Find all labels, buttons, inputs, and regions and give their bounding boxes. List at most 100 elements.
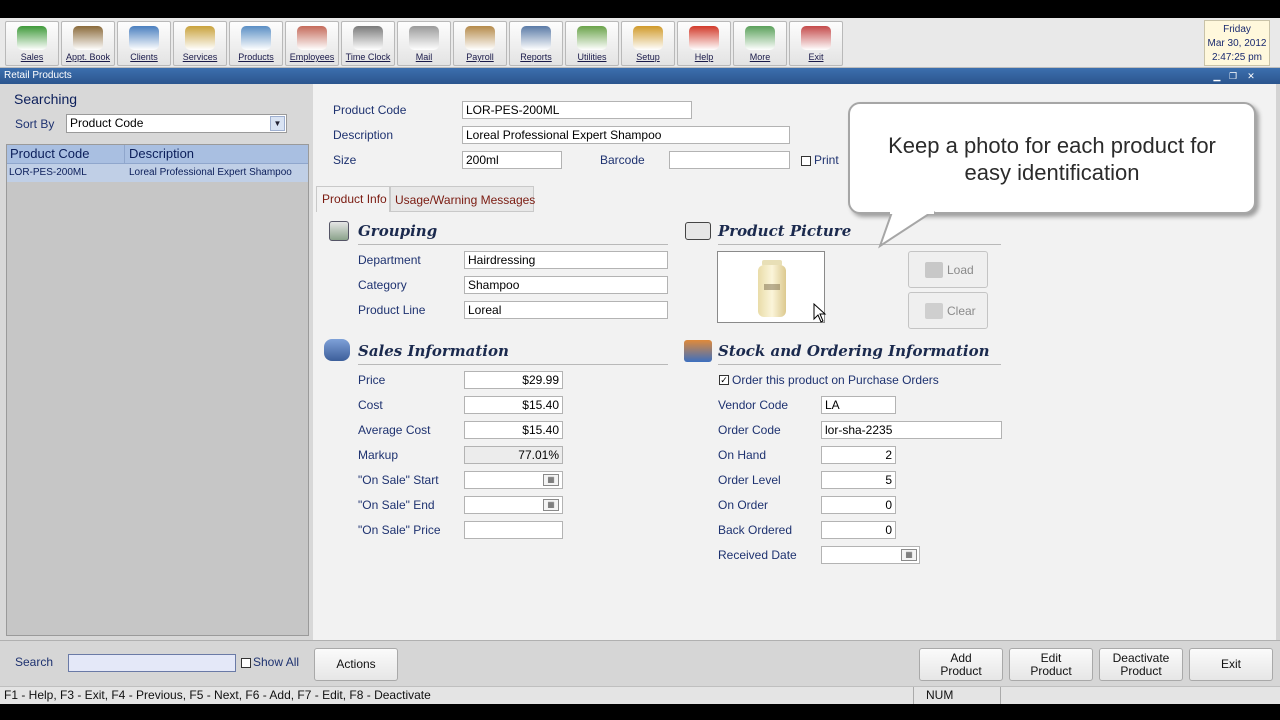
on-sale-price-label: "On Sale" Price [358,523,441,537]
column-header-description[interactable]: Description [129,145,194,163]
toolbar-button-more[interactable]: More [733,21,787,66]
deactivate-product-label-line1: Deactivate [1112,650,1170,665]
on-sale-end-label: "On Sale" End [358,498,435,512]
status-bar: F1 - Help, F3 - Exit, F4 - Previous, F5 … [0,686,1280,704]
search-input[interactable] [68,654,236,672]
add-product-button[interactable]: Add Product [919,648,1003,681]
barcode-label: Barcode [600,153,645,167]
calendar-icon[interactable]: ▦ [543,474,559,486]
deactivate-product-button[interactable]: Deactivate Product [1099,648,1183,681]
clock-time: 2:47:25 pm [1211,52,1263,63]
column-header-product-code[interactable]: Product Code [10,145,90,163]
close-icon[interactable]: ✕ [1244,70,1258,82]
cost-label: Cost [358,398,383,412]
barcode-field[interactable] [669,151,790,169]
toolbar-button-label: Mail [415,52,433,62]
tab-usage-warning[interactable]: Usage/Warning Messages [390,186,535,212]
product-code-field[interactable]: LOR-PES-200ML [462,101,692,119]
toolbar-button-label: Help [694,52,714,62]
toolbar-button-utilities[interactable]: Utilities [565,21,619,66]
chevron-down-icon[interactable]: ▼ [270,116,285,131]
main-toolbar: Sales Appt. Book Clients Services Products Em… [0,18,1280,68]
callout-text: Keep a photo for each product for easy i… [888,133,1216,185]
on-sale-price-field[interactable] [464,521,563,539]
toolbar-button-mail[interactable]: Mail [397,21,451,66]
status-divider [913,687,914,704]
toolbar-button-products[interactable]: Products [229,21,283,66]
cost-field[interactable]: $15.40 [464,396,563,414]
mail-icon [409,26,439,50]
num-lock-indicator: NUM [926,688,954,702]
actions-button[interactable]: Actions [314,648,398,681]
product-code-label: Product Code [333,103,407,117]
tab-product-info[interactable]: Product Info [316,186,390,212]
exit-button[interactable]: Exit [1189,648,1273,681]
print-checkbox[interactable] [801,156,811,166]
sort-by-label: Sort By [15,117,55,131]
product-line-field[interactable]: Loreal [464,301,668,319]
toolbar-button-sales[interactable]: Sales [5,21,59,66]
services-icon [185,26,215,50]
right-border [1276,84,1280,640]
toolbar-button-employees[interactable]: Employees [285,21,339,66]
toolbar-button-label: Employees [289,52,335,62]
markup-label: Markup [358,448,399,462]
load-picture-button[interactable]: Load [908,251,988,288]
toolbar-button-reports[interactable]: Reports [509,21,563,66]
divider [358,364,668,365]
size-label: Size [333,153,357,167]
show-all-checkbox[interactable] [241,658,251,668]
back-ordered-field[interactable]: 0 [821,521,896,539]
order-on-po-label: Order this product on Purchase Orders [732,373,939,387]
toolbar-button-label: Setup [636,52,660,62]
minimize-icon[interactable]: ▁ [1210,70,1224,82]
sort-by-value: Product Code [70,116,144,130]
window-title: Retail Products [4,70,72,81]
order-code-field[interactable]: lor-sha-2235 [821,421,1002,439]
category-field[interactable]: Shampoo [464,276,668,294]
toolbar-button-time-clock[interactable]: Time Clock [341,21,395,66]
order-level-field[interactable]: 5 [821,471,896,489]
product-photo[interactable] [717,251,825,323]
grouping-title: Grouping [358,222,438,240]
reports-icon [521,26,551,50]
calendar-icon[interactable]: ▦ [543,499,559,511]
toolbar-button-clients[interactable]: Clients [117,21,171,66]
toolbar-button-exit[interactable]: Exit [789,21,843,66]
appointment-book-icon [73,26,103,50]
table-row[interactable]: LOR-PES-200ML Loreal Professional Expert… [7,164,308,182]
price-field[interactable]: $29.99 [464,371,563,389]
calendar-icon[interactable]: ▦ [901,549,917,561]
size-field[interactable]: 200ml [462,151,562,169]
back-ordered-label: Back Ordered [718,523,793,537]
more-icon [745,26,775,50]
vendor-code-label: Vendor Code [718,398,789,412]
toolbar-button-setup[interactable]: Setup [621,21,675,66]
toolbar-button-appt-book[interactable]: Appt. Book [61,21,115,66]
clients-icon [129,26,159,50]
toolbar-button-help[interactable]: Help [677,21,731,66]
exit-icon [801,26,831,50]
description-field[interactable]: Loreal Professional Expert Shampoo [462,126,790,144]
sort-by-select[interactable]: Product Code ▼ [66,114,287,133]
divider [718,244,1001,245]
cash-register-icon [324,339,350,361]
window-titlebar: Retail Products ▁ ❐ ✕ [0,68,1280,84]
toolbar-button-services[interactable]: Services [173,21,227,66]
price-label: Price [358,373,386,387]
search-label: Search [15,655,54,669]
on-order-field[interactable]: 0 [821,496,896,514]
clear-picture-button[interactable]: Clear [908,292,988,329]
order-on-po-checkbox[interactable]: ✓ [719,375,729,385]
toolbar-button-payroll[interactable]: Payroll [453,21,507,66]
deactivate-product-label-line2: Product [1120,663,1162,678]
vendor-code-field[interactable]: LA [821,396,896,414]
exit-label: Exit [1220,657,1241,671]
load-label: Load [947,263,974,277]
on-hand-field[interactable]: 2 [821,446,896,464]
sales-information-title: Sales Information [358,342,509,360]
average-cost-field[interactable]: $15.40 [464,421,563,439]
department-field[interactable]: Hairdressing [464,251,668,269]
restore-icon[interactable]: ❐ [1226,70,1240,82]
edit-product-button[interactable]: Edit Product [1009,648,1093,681]
